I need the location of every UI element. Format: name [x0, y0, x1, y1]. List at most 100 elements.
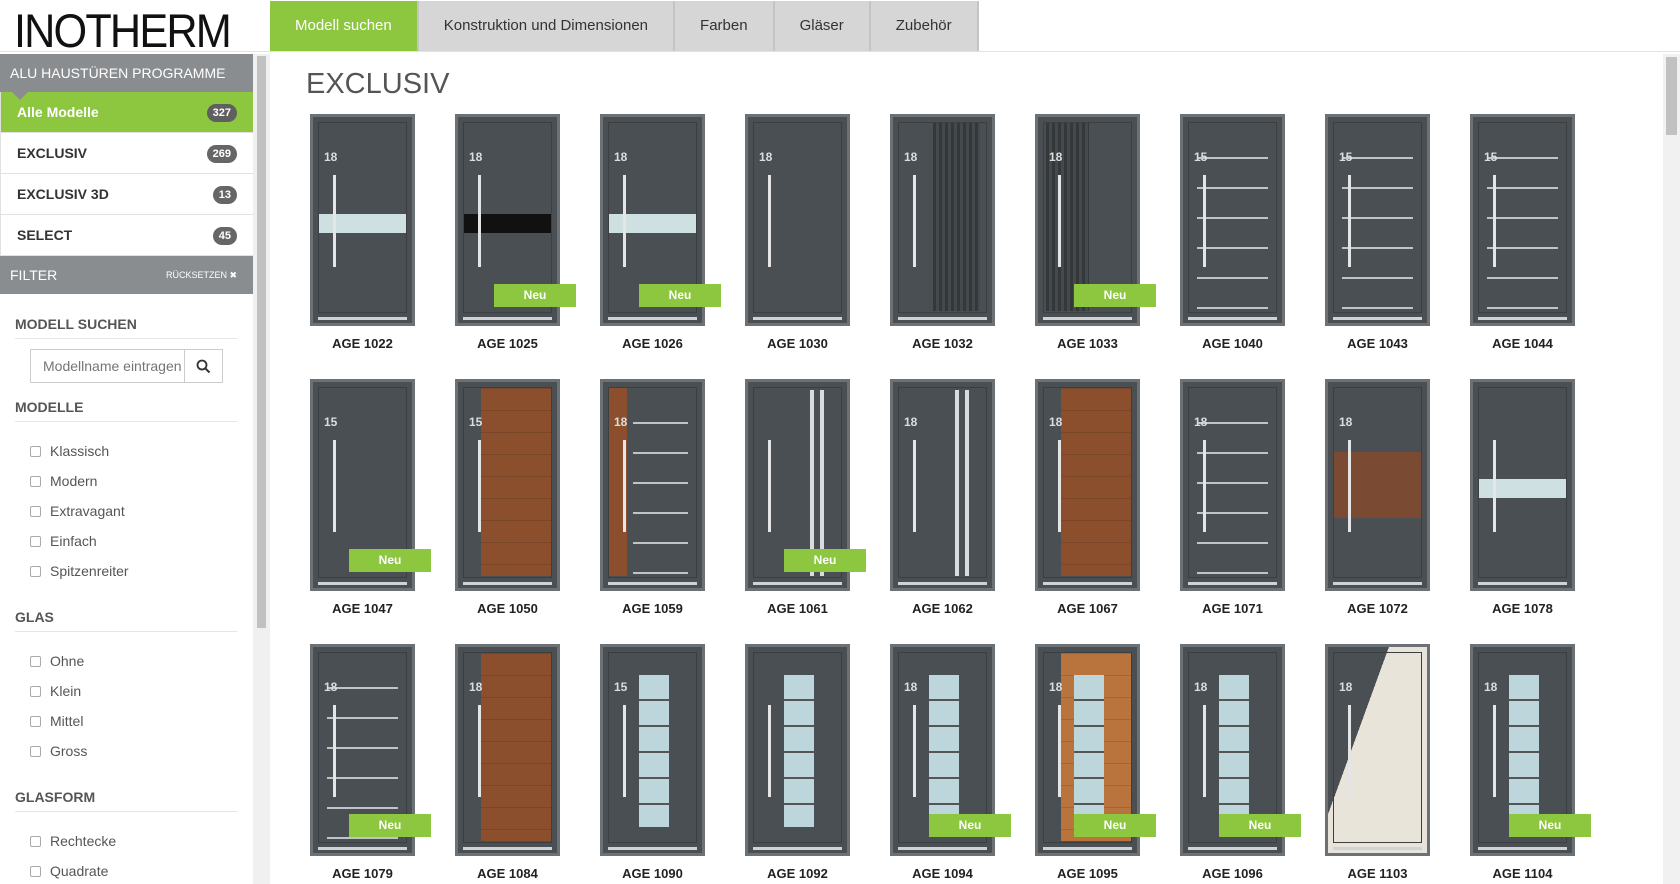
door-image[interactable]: 18: [745, 114, 850, 326]
door-image[interactable]: 18: [310, 114, 415, 326]
door-image[interactable]: 18: [890, 379, 995, 591]
door-card[interactable]: 18 AGE 1084: [415, 644, 560, 884]
door-card[interactable]: 15 AGE 1050: [415, 379, 560, 624]
glass-column: [784, 675, 814, 827]
door-model-name[interactable]: AGE 1078: [1430, 601, 1615, 616]
nav-konstruktion[interactable]: Konstruktion und Dimensionen: [418, 1, 676, 51]
door-card[interactable]: 18 Neu AGE 1104: [1430, 644, 1591, 884]
door-image[interactable]: 15: [1180, 114, 1285, 326]
door-image[interactable]: [1470, 379, 1575, 591]
checkbox-gross[interactable]: Gross: [30, 743, 87, 759]
modelle-title: MODELLE: [15, 399, 237, 422]
checkbox[interactable]: [30, 655, 41, 667]
door-card[interactable]: 15 Neu AGE 1047: [270, 379, 431, 624]
door-image[interactable]: 18: [1180, 379, 1285, 591]
door-handle: [768, 175, 771, 267]
door-image[interactable]: 18: [1325, 379, 1430, 591]
program-exclusiv-3d[interactable]: EXCLUSIV 3D 13: [0, 174, 253, 215]
door-sill: [1478, 582, 1567, 585]
door-image[interactable]: 15: [600, 644, 705, 856]
steel-line: [327, 687, 398, 689]
door-handle: [333, 705, 336, 797]
door-image[interactable]: 18: [1325, 644, 1430, 856]
wave-panel: [933, 123, 980, 311]
checkbox[interactable]: [30, 685, 41, 697]
nav-farben[interactable]: Farben: [675, 1, 775, 51]
door-card[interactable]: 18 AGE 1030: [705, 114, 850, 359]
door-image[interactable]: 18: [1035, 379, 1140, 591]
door-image[interactable]: 18: [600, 379, 705, 591]
door-card[interactable]: 18 Neu AGE 1096: [1140, 644, 1301, 884]
program-label: EXCLUSIV: [17, 145, 88, 161]
page-scrollbar[interactable]: [1663, 54, 1680, 884]
door-card[interactable]: 18 Neu AGE 1026: [560, 114, 721, 359]
checkbox-klassisch[interactable]: Klassisch: [30, 443, 109, 459]
door-card[interactable]: 18 Neu AGE 1094: [850, 644, 1011, 884]
program-count: 45: [212, 227, 237, 245]
house-number: 18: [904, 680, 918, 694]
door-card[interactable]: AGE 1078: [1430, 379, 1575, 624]
program-exclusiv[interactable]: EXCLUSIV 269: [0, 133, 253, 174]
checkbox-rechtecke[interactable]: Rechtecke: [30, 833, 116, 849]
door-card[interactable]: 15 AGE 1090: [560, 644, 705, 884]
nav-glaeser[interactable]: Gläser: [774, 1, 871, 51]
nav-modell-suchen[interactable]: Modell suchen: [270, 1, 419, 51]
door-card[interactable]: 18 AGE 1032: [850, 114, 995, 359]
steel-line: [1197, 512, 1268, 514]
checkbox-extravagant[interactable]: Extravagant: [30, 503, 125, 519]
steel-line: [1342, 247, 1413, 249]
model-search-input[interactable]: [31, 350, 185, 382]
search-button[interactable]: [185, 350, 222, 382]
door-card[interactable]: 18 AGE 1059: [560, 379, 705, 624]
door-image[interactable]: 15: [1325, 114, 1430, 326]
door-model-name[interactable]: AGE 1044: [1430, 336, 1615, 351]
checkbox[interactable]: [30, 475, 41, 487]
door-image[interactable]: 18: [890, 114, 995, 326]
door-card[interactable]: 18 AGE 1062: [850, 379, 995, 624]
door-card[interactable]: 15 AGE 1040: [1140, 114, 1285, 359]
checkbox-quadrate[interactable]: Quadrate: [30, 863, 108, 879]
program-alle-modelle[interactable]: Alle Modelle 327: [0, 92, 253, 133]
door-card[interactable]: 18 AGE 1022: [270, 114, 415, 359]
door-card[interactable]: 18 Neu AGE 1095: [995, 644, 1156, 884]
checkbox[interactable]: [30, 505, 41, 517]
checkbox-spitzenreiter[interactable]: Spitzenreiter: [30, 563, 129, 579]
checkbox[interactable]: [30, 865, 41, 877]
checkbox-einfach[interactable]: Einfach: [30, 533, 97, 549]
door-image[interactable]: 15: [1470, 114, 1575, 326]
program-select[interactable]: SELECT 45: [0, 215, 253, 256]
door-card[interactable]: 18 Neu AGE 1079: [270, 644, 431, 884]
checkbox[interactable]: [30, 445, 41, 457]
door-card[interactable]: Neu AGE 1061: [705, 379, 866, 624]
door-card[interactable]: 18 Neu AGE 1033: [995, 114, 1156, 359]
door-card[interactable]: 18 AGE 1071: [1140, 379, 1285, 624]
checkbox-mittel[interactable]: Mittel: [30, 713, 83, 729]
door-image[interactable]: [745, 644, 850, 856]
checkbox-ohne[interactable]: Ohne: [30, 653, 84, 669]
door-image[interactable]: 15: [455, 379, 560, 591]
checkbox[interactable]: [30, 565, 41, 577]
door-card[interactable]: AGE 1092: [705, 644, 850, 884]
nav-zubehoer[interactable]: Zubehör: [870, 1, 979, 51]
checkbox[interactable]: [30, 835, 41, 847]
checkbox-klein[interactable]: Klein: [30, 683, 81, 699]
checkbox[interactable]: [30, 715, 41, 727]
door-model-name[interactable]: AGE 1104: [1430, 866, 1615, 881]
checkbox[interactable]: [30, 535, 41, 547]
sidebar-scrollbar[interactable]: [253, 54, 270, 884]
sidebar-scroll-thumb[interactable]: [257, 56, 266, 628]
door-card[interactable]: 15 AGE 1044: [1430, 114, 1575, 359]
door-card[interactable]: 15 AGE 1043: [1285, 114, 1430, 359]
door-card[interactable]: 18 AGE 1103: [1285, 644, 1430, 884]
door-card[interactable]: 18 AGE 1072: [1285, 379, 1430, 624]
door-card[interactable]: 18 AGE 1067: [995, 379, 1140, 624]
checkbox-modern[interactable]: Modern: [30, 473, 97, 489]
steel-line: [1487, 187, 1558, 189]
page-scroll-thumb[interactable]: [1666, 57, 1677, 135]
door-handle: [1058, 175, 1061, 267]
inotherm-logo[interactable]: INOTHERM: [14, 3, 232, 58]
checkbox[interactable]: [30, 745, 41, 757]
reset-filter-link[interactable]: RÜCKSETZEN ✖: [166, 256, 237, 294]
door-image[interactable]: 18: [455, 644, 560, 856]
door-card[interactable]: 18 Neu AGE 1025: [415, 114, 576, 359]
